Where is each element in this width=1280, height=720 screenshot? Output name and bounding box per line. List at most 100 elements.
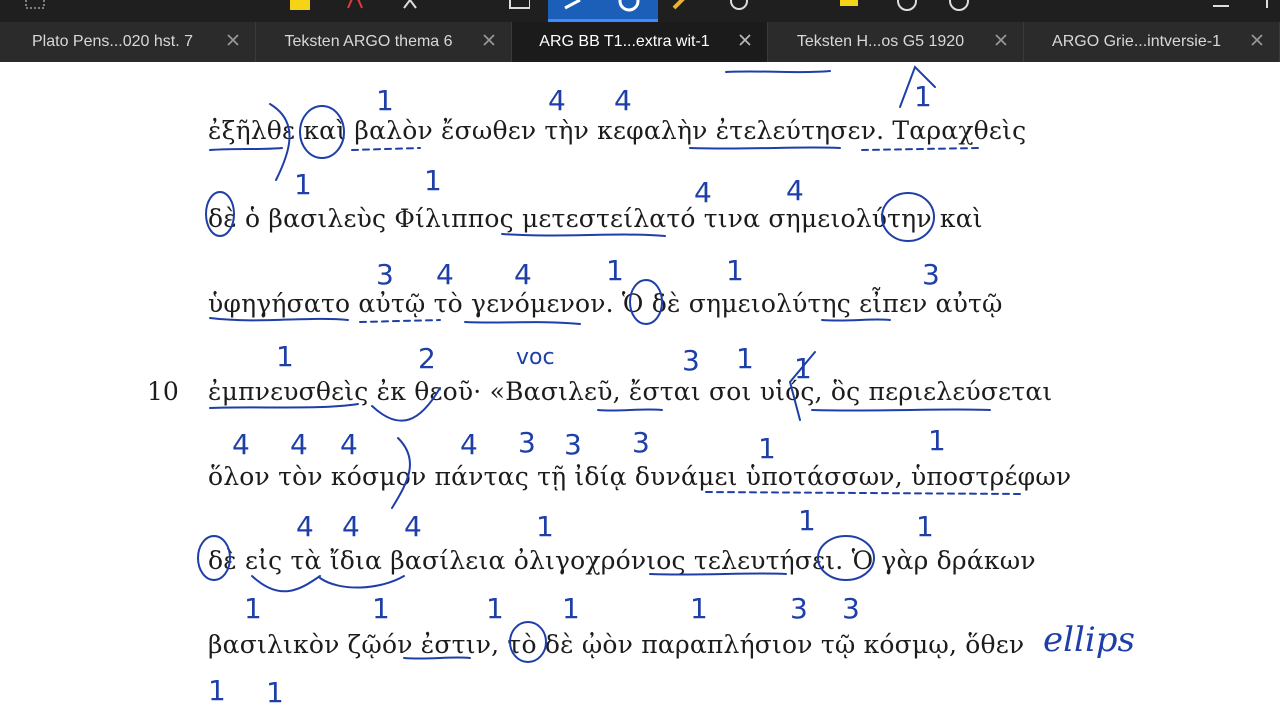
ink-numeral: 1 [726, 254, 744, 287]
ink-numeral: 1 [690, 592, 708, 625]
ink-numeral: 1 [486, 592, 504, 625]
ink-numeral: 1 [736, 342, 754, 375]
ink-numeral: 4 [290, 428, 308, 461]
document-page[interactable]: ἐξῆλθε καὶ βαλὸν ἔσωθεν τὴν κεφαλὴν ἐτελ… [0, 62, 1280, 720]
tab-label: Teksten ARGO thema 6 [284, 33, 453, 50]
ink-arrow [269, 103, 291, 181]
ink-dashed-underline [351, 147, 421, 151]
tab-teksten-argo[interactable]: Teksten ARGO thema 6 [256, 22, 512, 62]
tab-label: Plato Pens...020 hst. 7 [32, 33, 193, 50]
ink-underline [821, 318, 891, 322]
ink-numeral: 1 [372, 592, 390, 625]
ink-circle [817, 535, 875, 581]
eraser-icon[interactable] [728, 0, 750, 12]
ink-numeral: 4 [232, 428, 250, 461]
ink-numeral: 3 [842, 592, 860, 625]
ink-numeral: 1 [244, 592, 262, 625]
ink-arrow [251, 575, 321, 593]
ink-numeral: 1 [562, 592, 580, 625]
tab-label: ARGO Grie...intversie-1 [1052, 33, 1221, 50]
annotation-toolbar [0, 0, 1280, 22]
ink-arrow [319, 575, 405, 589]
ink-numeral: 4 [436, 258, 454, 291]
ink-circle [881, 192, 935, 242]
close-icon[interactable] [225, 32, 241, 48]
ink-numeral: 1 [758, 432, 776, 465]
ink-numeral: 4 [614, 84, 632, 117]
tab-label: ARG BB T1...extra wit-1 [539, 33, 710, 50]
tab-bar: Plato Pens...020 hst. 7 Teksten ARGO the… [0, 22, 1280, 62]
circle-tool-icon[interactable] [618, 0, 640, 12]
ink-underline [209, 317, 349, 322]
text-color-icon[interactable] [344, 0, 366, 12]
ink-underline [597, 408, 663, 412]
ink-underline [811, 408, 991, 412]
ink-stroke [725, 70, 831, 74]
ink-dashed-underline [359, 319, 441, 323]
ink-numeral: 1 [536, 510, 554, 543]
lasso-icon[interactable] [400, 0, 422, 12]
ink-numeral: voc [516, 345, 555, 370]
ink-circle [629, 279, 663, 325]
ink-numeral: 1 [928, 424, 946, 457]
ink-numeral: 3 [518, 426, 536, 459]
ink-numeral: 2 [418, 342, 436, 375]
ink-numeral: 4 [404, 510, 422, 543]
more-icon[interactable] [1256, 0, 1278, 12]
ink-numeral: 3 [682, 344, 700, 377]
ink-underline [403, 656, 471, 660]
ink-numeral: 4 [548, 84, 566, 117]
close-icon[interactable] [737, 32, 753, 48]
ink-numeral: 3 [790, 592, 808, 625]
tab-arg-bb-active[interactable]: ARG BB T1...extra wit-1 [512, 22, 768, 62]
close-icon[interactable] [1249, 32, 1265, 48]
ink-arrow [391, 437, 411, 509]
ink-numeral: 1 [208, 674, 226, 707]
pen-icon[interactable] [562, 0, 584, 12]
ink-numeral: 1 [798, 504, 816, 537]
ink-numeral: 4 [786, 174, 804, 207]
ink-numeral: 3 [922, 258, 940, 291]
ink-numeral: 3 [632, 426, 650, 459]
ink-numeral: 4 [514, 258, 532, 291]
timer-icon[interactable] [948, 0, 970, 12]
ink-underline [689, 146, 841, 150]
ink-numeral: 3 [564, 428, 582, 461]
ink-dashed-underline [705, 491, 1021, 495]
ink-numeral: 1 [266, 676, 284, 709]
comment-icon[interactable] [838, 0, 860, 12]
tab-label: Teksten H...os G5 1920 [796, 33, 965, 50]
ink-arrow [371, 387, 441, 422]
ink-circle [509, 621, 547, 663]
ink-numeral: 1 [276, 340, 294, 373]
close-icon[interactable] [993, 32, 1009, 48]
shape-icon[interactable] [508, 0, 530, 12]
ink-numeral: 3 [376, 258, 394, 291]
ink-numeral: 1 [606, 254, 624, 287]
ink-numeral: 1 [376, 84, 394, 117]
ink-underline [649, 572, 787, 576]
margin-note: ellips [1043, 620, 1135, 660]
ink-numeral: 4 [296, 510, 314, 543]
ink-circle [299, 105, 345, 159]
ink-numeral: 4 [340, 428, 358, 461]
ink-numeral: 1 [914, 80, 932, 113]
marker-icon[interactable] [670, 0, 692, 12]
ink-numeral: 1 [424, 164, 442, 197]
tab-plato-pens[interactable]: Plato Pens...020 hst. 7 [0, 22, 256, 62]
ink-numeral: 4 [460, 428, 478, 461]
ink-underline [209, 147, 283, 151]
ink-dashed-underline [861, 147, 981, 151]
ink-circle [205, 191, 235, 237]
grid-icon[interactable] [24, 0, 46, 12]
ink-numeral: 1 [294, 168, 312, 201]
tab-argo-grie[interactable]: ARGO Grie...intversie-1 [1024, 22, 1280, 62]
zoom-icon[interactable] [896, 0, 918, 12]
close-icon[interactable] [481, 32, 497, 48]
highlighter-icon[interactable] [288, 0, 310, 12]
tab-teksten-h[interactable]: Teksten H...os G5 1920 [768, 22, 1024, 62]
export-icon[interactable] [1210, 0, 1232, 12]
ink-numeral: 4 [342, 510, 360, 543]
ink-underline [464, 321, 581, 325]
ink-underline [209, 403, 359, 409]
